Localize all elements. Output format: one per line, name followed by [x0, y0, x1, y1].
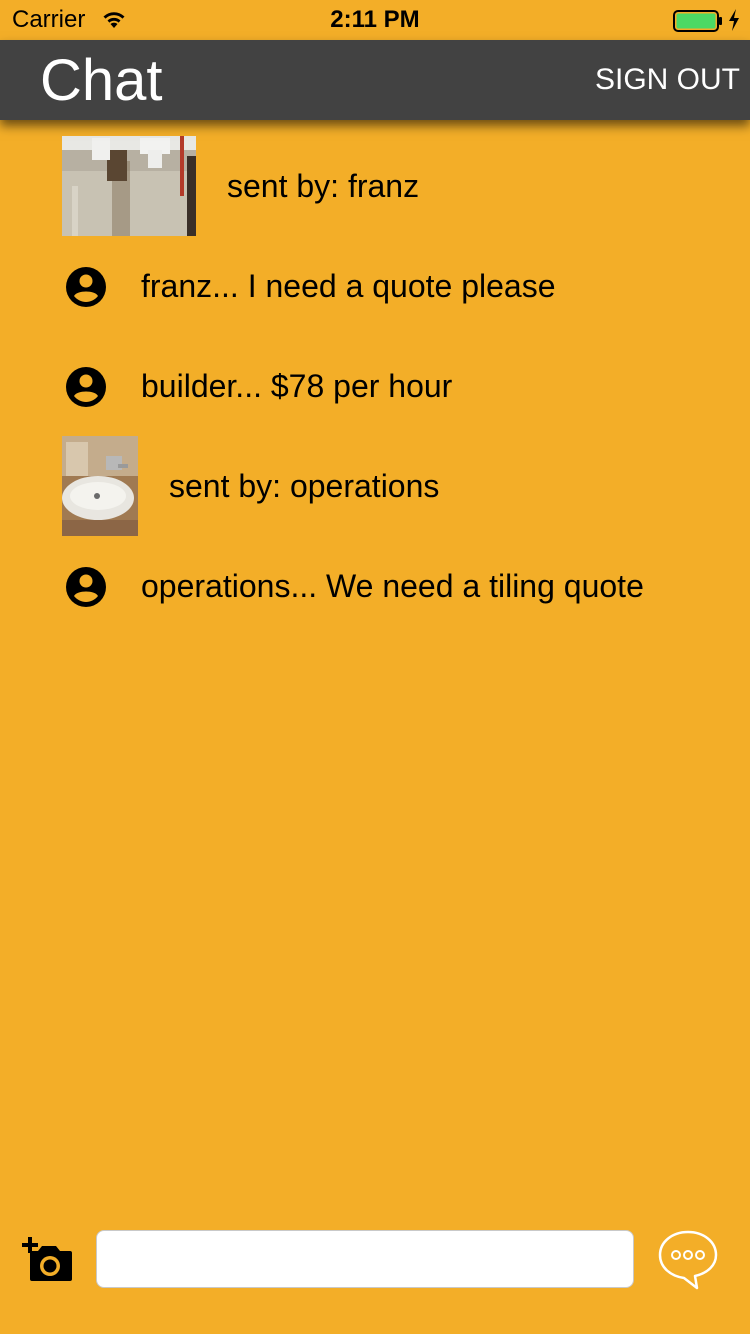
- message-text: builder... $78 per hour: [141, 368, 453, 404]
- status-bar: Carrier 2:11 PM: [0, 0, 750, 40]
- message-text: sent by: operations: [169, 468, 440, 504]
- message-thumbnail-pipe[interactable]: [62, 136, 196, 236]
- chat-bubble-icon[interactable]: [657, 1228, 719, 1290]
- message-input[interactable]: [96, 1230, 634, 1288]
- list-item[interactable]: sent by: franz: [0, 136, 750, 236]
- sign-out-button[interactable]: SIGN OUT: [595, 62, 740, 98]
- add-photo-camera-icon[interactable]: [22, 1237, 74, 1283]
- message-text: sent by: franz: [227, 168, 420, 204]
- list-item[interactable]: operations... We need a tiling quote: [0, 536, 750, 636]
- status-time: 2:11 PM: [330, 6, 420, 33]
- message-thumbnail-sink[interactable]: [62, 436, 138, 536]
- account-circle-icon: [66, 567, 106, 607]
- account-circle-icon: [66, 367, 106, 407]
- charging-bolt-icon: [729, 9, 739, 31]
- message-text: operations... We need a tiling quote: [141, 568, 644, 604]
- list-item[interactable]: franz... I need a quote please: [0, 236, 750, 336]
- app-header: Chat SIGN OUT: [0, 40, 750, 120]
- list-item[interactable]: sent by: operations: [0, 436, 750, 536]
- account-circle-icon: [66, 267, 106, 307]
- battery-icon: [673, 10, 722, 32]
- list-item[interactable]: builder... $78 per hour: [0, 336, 750, 436]
- message-text: franz... I need a quote please: [141, 268, 556, 304]
- page-title: Chat: [40, 48, 163, 113]
